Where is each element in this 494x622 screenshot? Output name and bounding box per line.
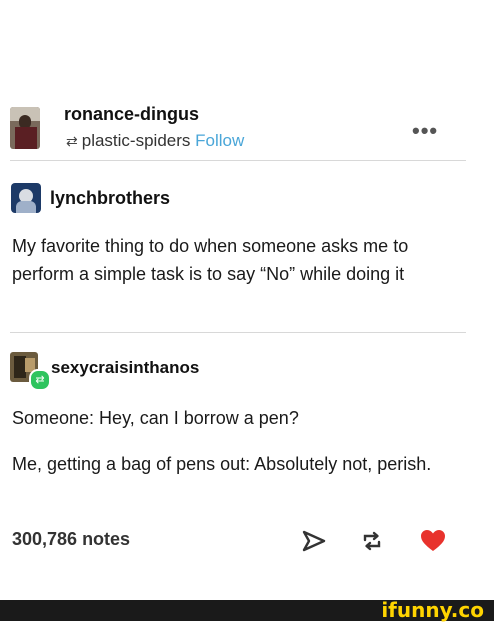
trail-paragraph-1: Someone: Hey, can I borrow a pen? (12, 408, 299, 428)
reblog-icon[interactable] (360, 529, 384, 553)
share-icon[interactable] (301, 528, 327, 554)
trail-paragraph-2: Me, getting a bag of pens out: Absolutel… (12, 454, 432, 474)
tumblr-post: ronance-dingus ⇄ plastic-spiders Follow •… (0, 0, 494, 600)
author-username[interactable]: ronance-dingus (64, 104, 199, 125)
ifunny-watermark: ifunny.co (381, 598, 484, 622)
reblog-source-line: ⇄ plastic-spiders Follow (66, 131, 244, 151)
divider (10, 332, 466, 333)
reblog-small-icon: ⇄ (66, 133, 78, 149)
trail-username-sexycraisinthanos[interactable]: sexycraisinthanos (51, 358, 199, 378)
watermark-bar: ifunny.co (0, 600, 494, 621)
author-avatar[interactable] (10, 107, 40, 149)
notes-count[interactable]: 300,786 notes (12, 529, 130, 550)
trail-text-lynchbrothers: My favorite thing to do when someone ask… (12, 236, 409, 284)
trail-avatar-lynchbrothers[interactable] (11, 183, 41, 213)
heart-icon[interactable] (420, 529, 446, 553)
post-menu-icon[interactable]: ••• (412, 118, 438, 144)
trail-username-lynchbrothers[interactable]: lynchbrothers (50, 188, 170, 209)
follow-button[interactable]: Follow (195, 131, 244, 150)
reblog-badge-icon: ⇄ (29, 369, 51, 391)
divider (10, 160, 466, 161)
reblog-source-username[interactable]: plastic-spiders (82, 131, 191, 150)
